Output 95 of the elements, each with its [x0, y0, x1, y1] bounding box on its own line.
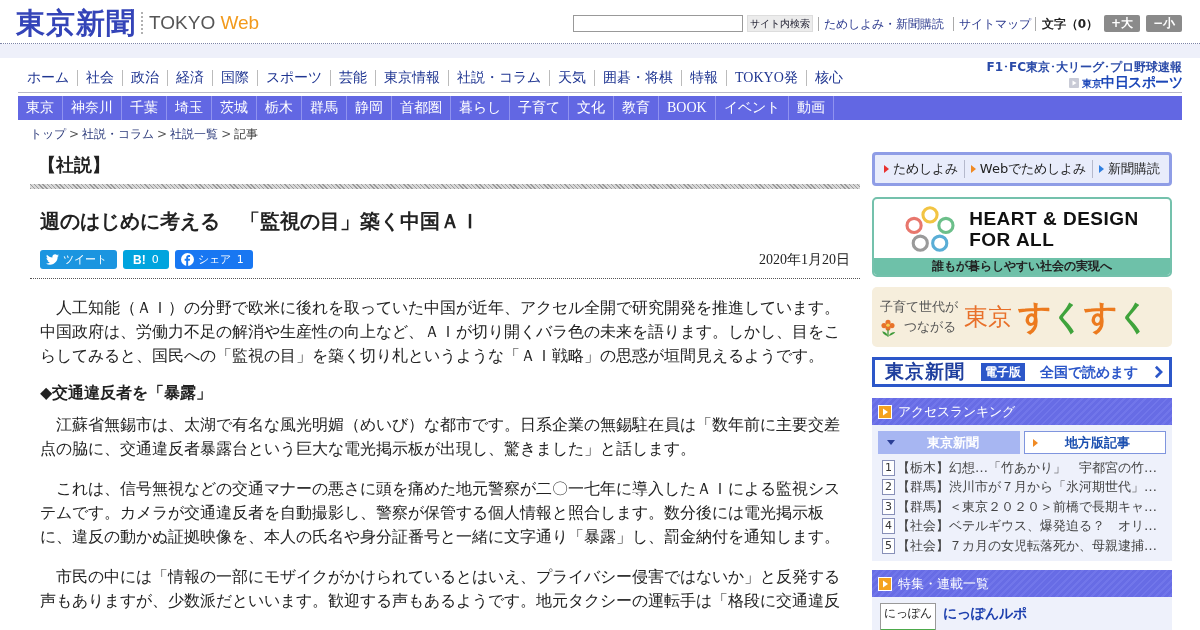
subscription-link[interactable]: Webでためしよみ: [963, 160, 1093, 178]
ranking-tab[interactable]: 地方版記事: [1024, 431, 1166, 454]
region-nav-link[interactable]: 埼玉: [167, 96, 212, 120]
breadcrumb-separator: >: [221, 126, 232, 142]
region-nav-link[interactable]: 栃木: [257, 96, 302, 120]
caret-down-icon: [887, 440, 895, 445]
nav-link[interactable]: 天気: [549, 70, 594, 86]
site-logo[interactable]: 東京新聞: [16, 6, 136, 39]
ranking-link[interactable]: 【社会】７カ月の女児転落死か、母親逮捕…: [897, 536, 1157, 555]
nav-link[interactable]: 社会: [77, 70, 122, 86]
nav-link[interactable]: 囲碁・将棋: [594, 70, 681, 86]
nav-link[interactable]: スポーツ: [257, 70, 330, 86]
breadcrumb-separator: >: [69, 126, 80, 142]
rank-number: 1: [882, 459, 895, 476]
site-search-button[interactable]: サイト内検索: [746, 15, 813, 32]
subscription-link[interactable]: 新聞購読: [1092, 160, 1167, 178]
body-paragraph: これは、信号無視などの交通マナーの悪さに頭を痛めた地元警察が二〇一七年に導入したＡＩによる監視システムです。カメラが交通違反者を自動撮影し、警察が保管する個人情報と照合します。数分後には電光掲示板に、違反の動かぬ証拠映像を、本人の氏名や身分証番号と一緒に文字通り「暴露」し、罰金納付を通知します。: [40, 478, 841, 548]
banner-brand: 東京: [964, 303, 1012, 332]
facebook-icon: [180, 253, 194, 266]
article-title: 週のはじめに考える 「監視の目」築く中国ＡＩ: [40, 208, 481, 234]
font-size-label: 文字（0）: [1034, 16, 1098, 31]
banner-tagline: つながる: [904, 318, 956, 336]
features-title: 特集・連載一覧: [898, 575, 989, 592]
breadcrumb-link[interactable]: 社説一覧: [170, 126, 219, 142]
ranking-link[interactable]: 【社会】ベテルギウス、爆発迫る？ オリ…: [897, 517, 1157, 536]
subscription-link[interactable]: ためしよみ: [877, 160, 964, 178]
banner-tagline: 子育て世代が: [880, 298, 958, 316]
series-title[interactable]: にっぽんルポ: [943, 603, 1027, 623]
play-icon: [1069, 78, 1079, 88]
banner-headline: FOR ALL: [969, 228, 1056, 250]
region-nav-link[interactable]: 暮らし: [451, 96, 510, 120]
rank-number: 2: [882, 479, 895, 496]
sports-logo[interactable]: 東京中日スポーツ: [1082, 75, 1182, 91]
ranking-link[interactable]: 【栃木】幻想…「竹あかり」 宇都宮の竹…: [897, 458, 1157, 477]
ranking-title: アクセスランキング: [898, 403, 1015, 420]
nav-link[interactable]: TOKYO発: [726, 70, 806, 86]
region-nav-link[interactable]: 神奈川: [63, 96, 122, 120]
nav-link[interactable]: 社説・コラム: [448, 70, 549, 86]
region-nav-link[interactable]: 動画: [788, 96, 834, 120]
sports-news-caption[interactable]: F1･FC東京･大リーグ･プロ野球速報: [986, 61, 1182, 74]
region-nav-link[interactable]: イベント: [715, 96, 789, 120]
banner-wordmark: すくすく: [1018, 297, 1150, 337]
breadcrumb-link[interactable]: トップ: [30, 126, 66, 142]
newspaper-logo: 東京新聞: [885, 361, 965, 383]
edition-wordmark[interactable]: TOKYO Web: [149, 11, 260, 34]
rank-number: 5: [882, 537, 895, 554]
ranking-link[interactable]: 【群馬】＜東京２０２０＞前橋で長期キャ…: [897, 497, 1157, 516]
region-nav-link[interactable]: 首都圏: [392, 96, 451, 120]
region-nav-link[interactable]: 文化: [569, 96, 614, 120]
region-nav-link[interactable]: 静岡: [347, 96, 392, 120]
body-paragraph: 市民の中には「情報の一部にモザイクがかけられているとはいえ、プライバシー侵害ではないか」と反発する声もありますが、少数派だといいます。歓迎する声もあるようです。地元タクシーの運転手は「格段に交通違反: [40, 566, 841, 612]
nav-link[interactable]: 芸能: [330, 70, 375, 86]
region-nav-link[interactable]: 子育て: [510, 96, 569, 120]
nav-link[interactable]: 東京情報: [375, 70, 448, 86]
region-nav-link[interactable]: 教育: [614, 96, 659, 120]
heart-design-banner[interactable]: HEART & DESIGN FOR ALL 誰もが暮らしやすい社会の実現へ: [872, 197, 1172, 277]
nav-link[interactable]: 経済: [167, 70, 212, 86]
nav-link[interactable]: 核心: [805, 70, 851, 86]
region-nav-link[interactable]: BOOK: [659, 96, 716, 120]
region-nav-link[interactable]: 東京: [18, 96, 63, 120]
region-nav-link[interactable]: 千葉: [122, 96, 167, 120]
caret-right-icon: [1033, 438, 1038, 447]
digital-edition-banner[interactable]: 東京新聞 電子版 全国で読めます: [872, 357, 1172, 387]
edition-badge: 電子版: [980, 363, 1025, 381]
breadcrumb-link[interactable]: 社説・コラム: [82, 126, 155, 142]
bird-icon: [46, 254, 59, 265]
header-link[interactable]: ためしよみ・新聞購読: [817, 16, 948, 31]
rank-number: 4: [882, 518, 895, 535]
search-field[interactable]: [572, 15, 743, 32]
nav-link[interactable]: ホーム: [18, 70, 77, 86]
breadcrumb-separator: >: [157, 126, 168, 142]
flower-icon: [880, 319, 896, 337]
banner-headline: HEART & DESIGN: [969, 207, 1139, 229]
banner-text: 全国で読めます: [1040, 363, 1139, 381]
flower-logo-icon: [905, 205, 956, 252]
series-thumbnail[interactable]: にっぽん: [880, 603, 936, 630]
region-nav-link[interactable]: 茨城: [212, 96, 257, 120]
breadcrumb-current: 記事: [234, 126, 259, 142]
play-square-icon: [878, 404, 892, 419]
body-paragraph: 人工知能（ＡＩ）の分野で欧米に後れを取っていた中国が近年、アクセル全開で研究開発を推進しています。中国政府は、労働力不足の解消や生産性の向上など、ＡＩが切り開くバラ色の未来を語ります。しかし、目をこらしてみると、国民への「監視の目」を築く切り札というような「ＡＩ戦略」の思惑が垣間見えるようです。: [40, 297, 841, 367]
article-date: 2020年1月20日: [759, 251, 850, 269]
nav-link[interactable]: 特報: [681, 70, 726, 86]
nav-link[interactable]: 政治: [122, 70, 167, 86]
play-square-icon: [878, 576, 892, 591]
rank-number: 3: [882, 498, 895, 515]
banner-caption: 誰もが暮らしやすい社会の実現へ: [874, 258, 1170, 275]
subheading: ◆交通違反者を「暴露」: [40, 382, 214, 404]
section-label: 【社説】: [37, 153, 111, 176]
region-nav-link[interactable]: 群馬: [302, 96, 347, 120]
ranking-link[interactable]: 【群馬】渋川市が７月から「氷河期世代」…: [897, 478, 1157, 497]
nav-link[interactable]: 国際: [212, 70, 257, 86]
body-paragraph: 江蘇省無錫市は、太湖で有名な風光明媚（めいび）な都市です。日系企業の無錫駐在員は「数年前に主要交差点の脇に、交通違反者暴露台という巨大な電光掲示板が出現し、驚きました」と話します。: [40, 414, 841, 460]
chevron-right-icon: [1153, 365, 1163, 379]
header-link[interactable]: サイトマップ: [952, 16, 1035, 31]
share-button[interactable]: シェア 1: [174, 250, 253, 269]
